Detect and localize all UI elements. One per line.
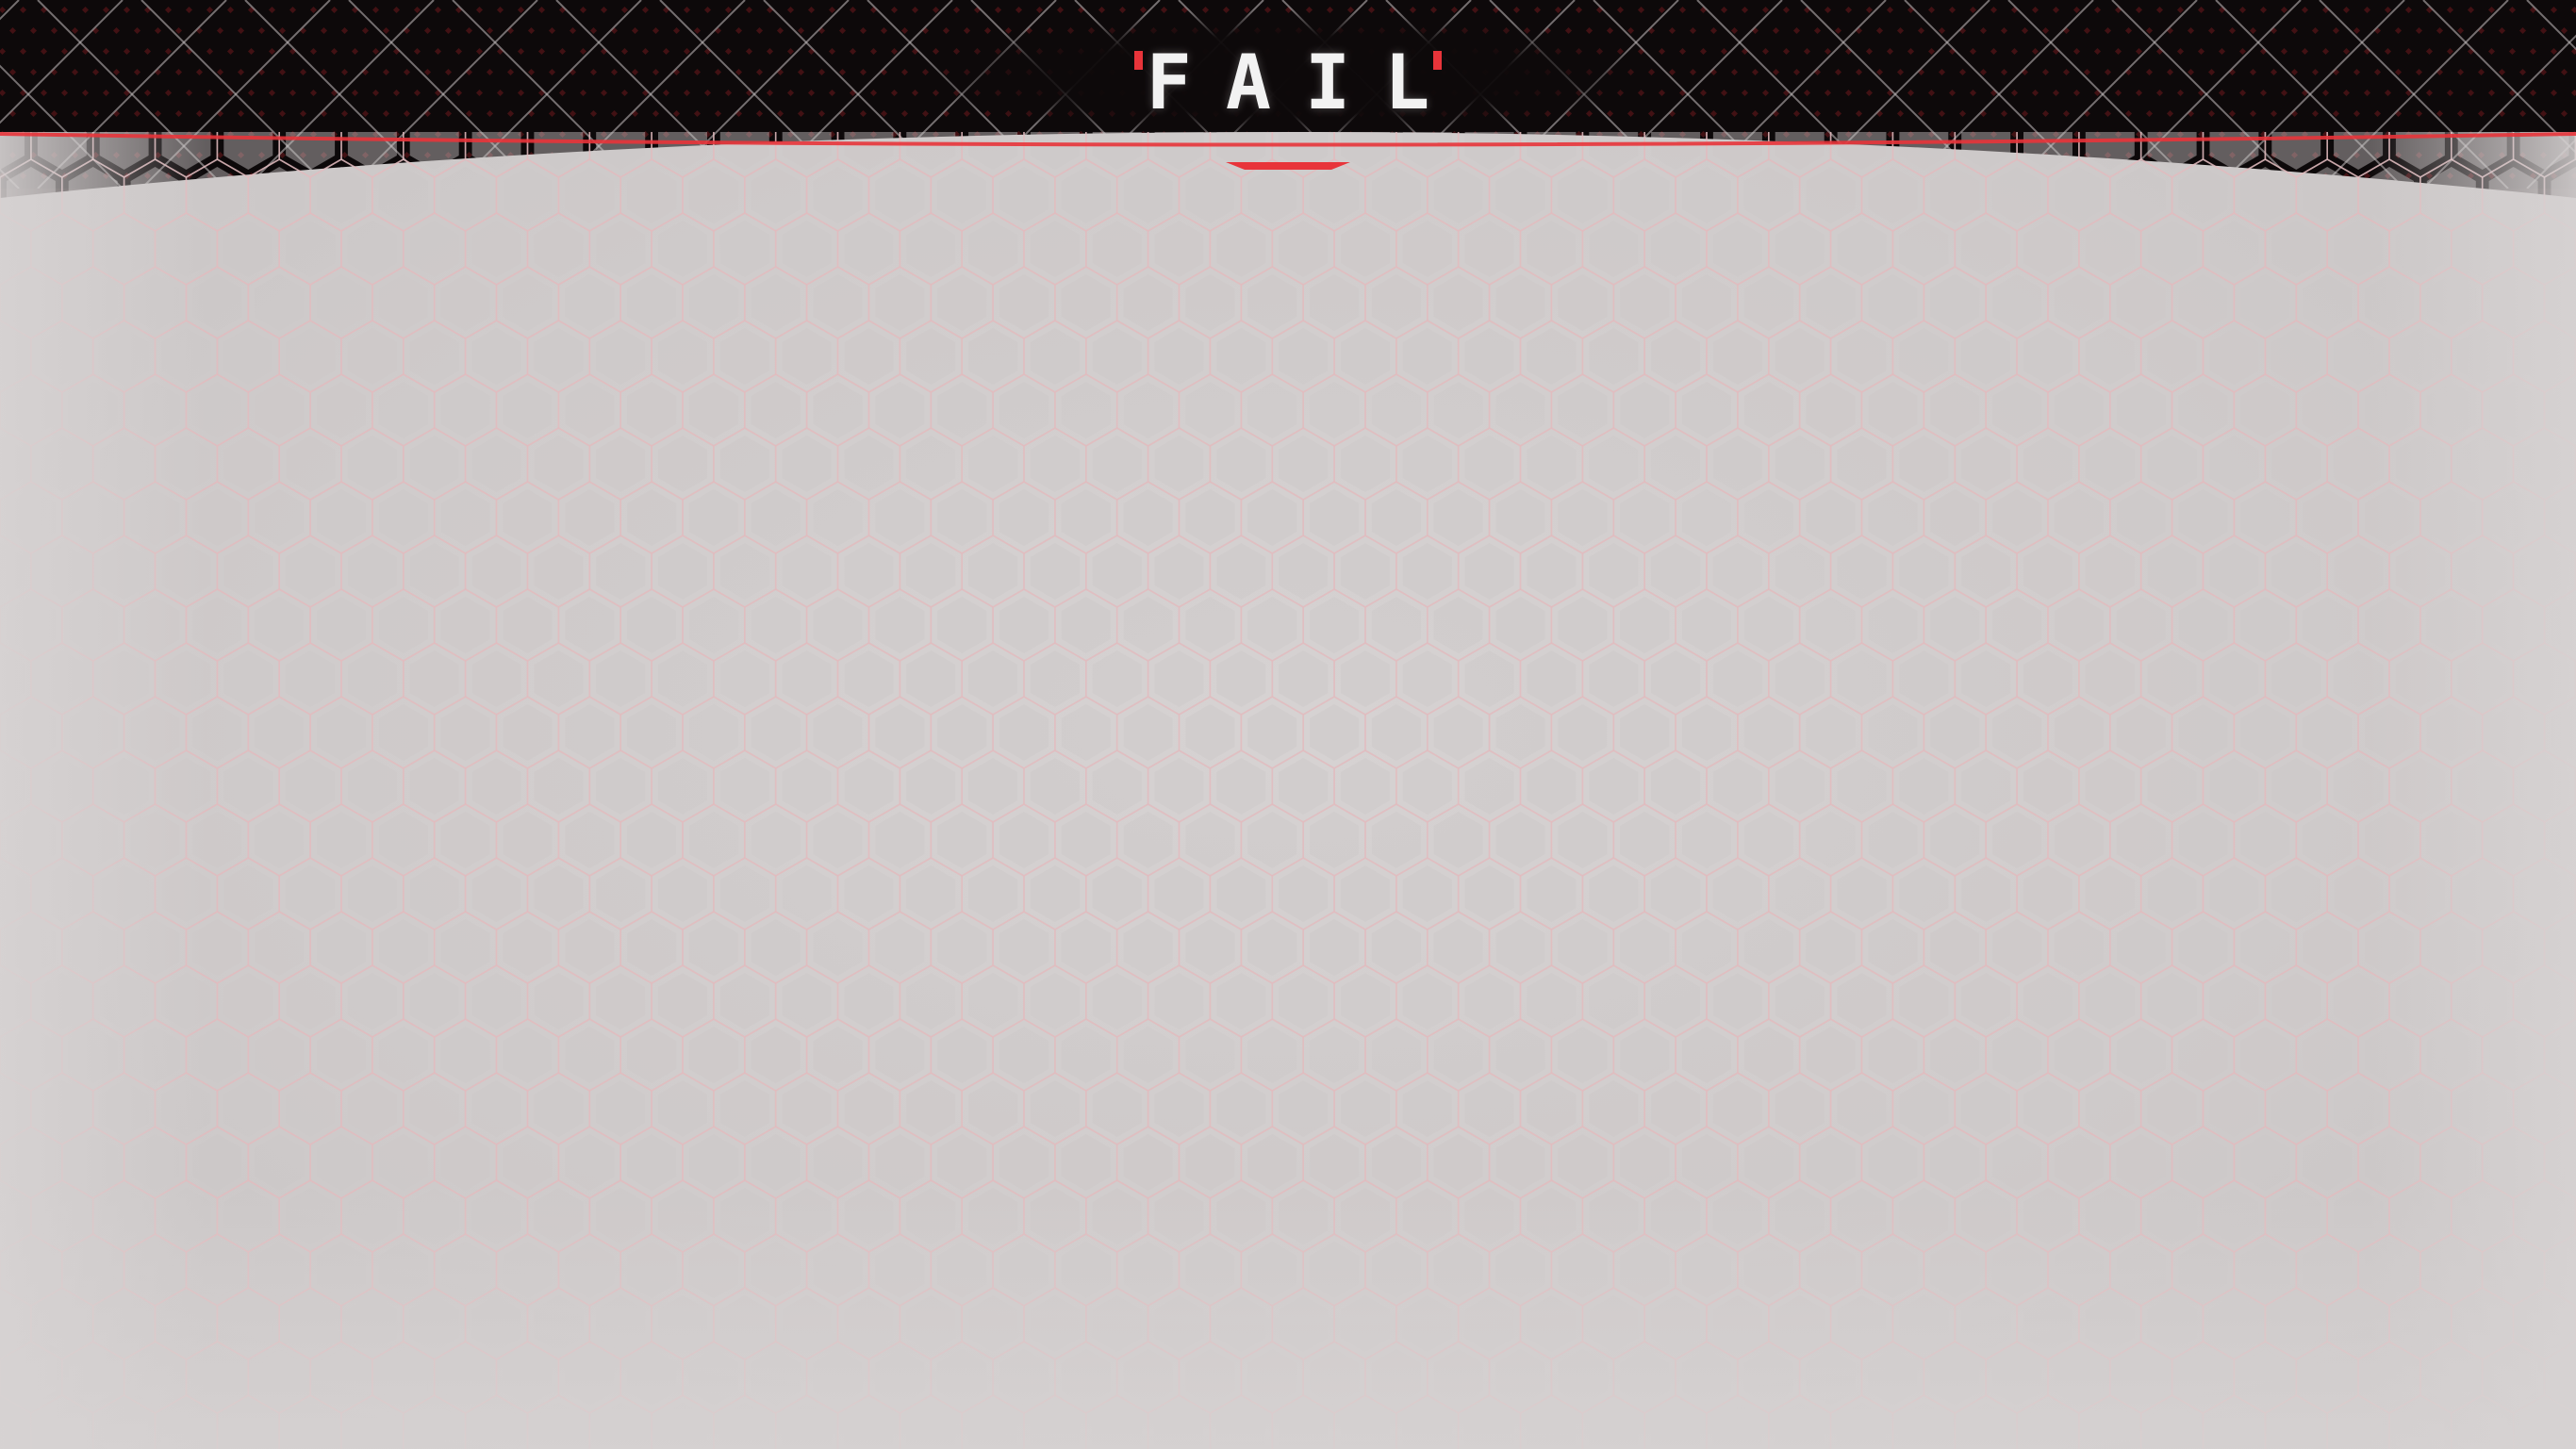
hexagon-grid-pattern [0,132,2576,1449]
result-screen: FAIL [0,0,2576,1449]
center-notch [1226,162,1350,170]
panel-top-edge [0,132,2576,170]
